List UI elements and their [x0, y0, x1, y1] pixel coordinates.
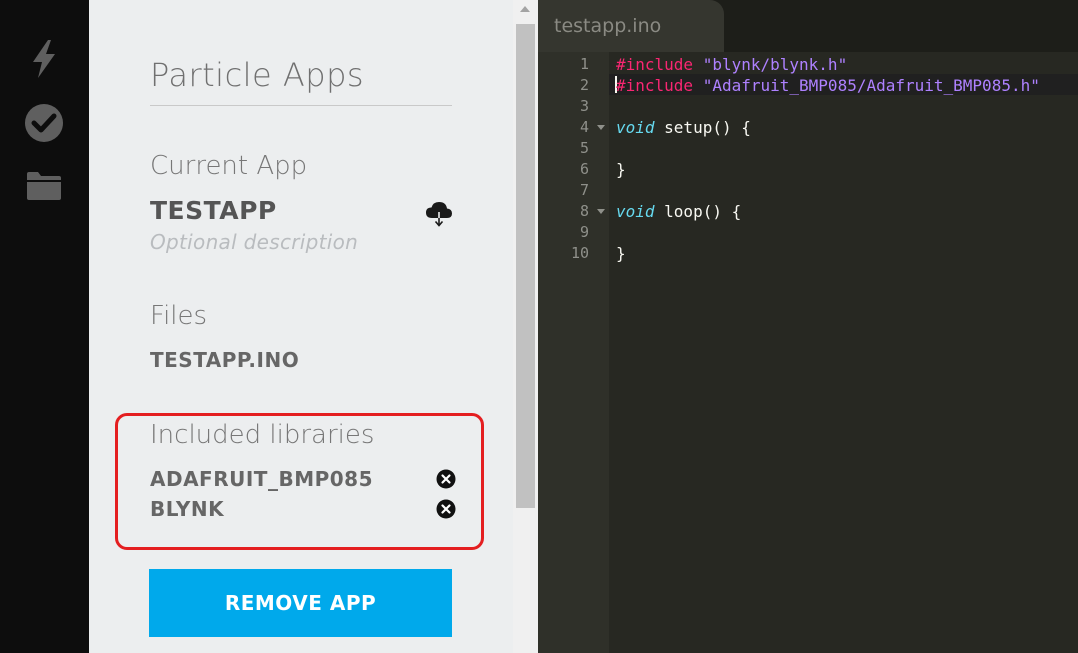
fold-arrow-icon[interactable] [597, 209, 605, 214]
library-name: ADAFRUIT_BMP085 [150, 467, 373, 491]
code-line-4[interactable]: void setup() { [616, 117, 751, 138]
code-line-2[interactable]: #include "Adafruit_BMP085/Adafruit_BMP08… [616, 75, 1040, 96]
preprocessor-token: #include [616, 55, 694, 74]
line-number-gutter: 1 2 3 4 5 6 7 8 9 10 [538, 52, 609, 653]
icon-rail [0, 0, 89, 653]
line-number: 10 [570, 244, 589, 262]
code-editor: testapp.ino 1 2 3 4 5 6 7 8 9 10 #includ… [538, 0, 1078, 653]
tab-label: testapp.ino [554, 15, 662, 37]
remove-library-icon[interactable] [436, 469, 456, 489]
app-name[interactable]: TESTAPP [150, 196, 277, 225]
panel-title: Particle Apps [150, 56, 365, 94]
line-number: 8 [579, 202, 589, 220]
code-line-1[interactable]: #include "blynk/blynk.h" [616, 54, 847, 75]
string-token: "Adafruit_BMP085/Adafruit_BMP085.h" [702, 76, 1040, 95]
scroll-thumb[interactable] [516, 24, 535, 508]
line-number: 1 [579, 55, 589, 73]
fold-arrow-icon[interactable] [597, 125, 605, 130]
line-number: 4 [579, 118, 589, 136]
verify-icon[interactable] [22, 101, 66, 145]
code-line-8[interactable]: void loop() { [616, 201, 741, 222]
scroll-up-arrow-icon[interactable] [520, 6, 530, 12]
flash-icon[interactable] [22, 37, 66, 81]
editor-tab-strip: testapp.ino [538, 0, 1078, 52]
code-token: setup() { [654, 118, 751, 137]
folder-icon[interactable] [22, 163, 66, 207]
code-text-area[interactable]: #include "blynk/blynk.h" #include "Adafr… [609, 52, 1078, 653]
line-number: 6 [579, 160, 589, 178]
remove-app-button[interactable]: REMOVE APP [149, 569, 452, 637]
code-token: loop() { [654, 202, 742, 221]
files-label: Files [150, 301, 208, 331]
line-number: 3 [579, 97, 589, 115]
remove-library-icon[interactable] [436, 499, 456, 519]
type-token: void [616, 118, 655, 137]
code-line-10[interactable]: } [616, 243, 626, 264]
preprocessor-token: #include [616, 76, 694, 95]
type-token: void [616, 202, 655, 221]
library-item-blynk: BLYNK [150, 497, 456, 523]
line-number: 7 [579, 181, 589, 199]
apps-panel: Particle Apps Current App TESTAPP Option… [89, 0, 513, 653]
library-name: BLYNK [150, 497, 225, 521]
string-token: "blynk/blynk.h" [702, 55, 848, 74]
line-number: 9 [579, 223, 589, 241]
code-line-6[interactable]: } [616, 159, 626, 180]
title-divider [150, 105, 452, 106]
line-number: 5 [579, 139, 589, 157]
app-description-field[interactable]: Optional description [150, 230, 358, 254]
tab-testapp-ino[interactable]: testapp.ino [538, 0, 724, 52]
file-item-testapp-ino[interactable]: TESTAPP.INO [150, 348, 299, 372]
line-number: 2 [579, 76, 589, 94]
included-libraries-label: Included libraries [150, 420, 375, 450]
cloud-download-icon[interactable] [425, 200, 453, 228]
library-item-adafruit-bmp085: ADAFRUIT_BMP085 [150, 467, 456, 493]
current-app-label: Current App [150, 151, 308, 181]
panel-scrollbar[interactable] [513, 0, 538, 653]
